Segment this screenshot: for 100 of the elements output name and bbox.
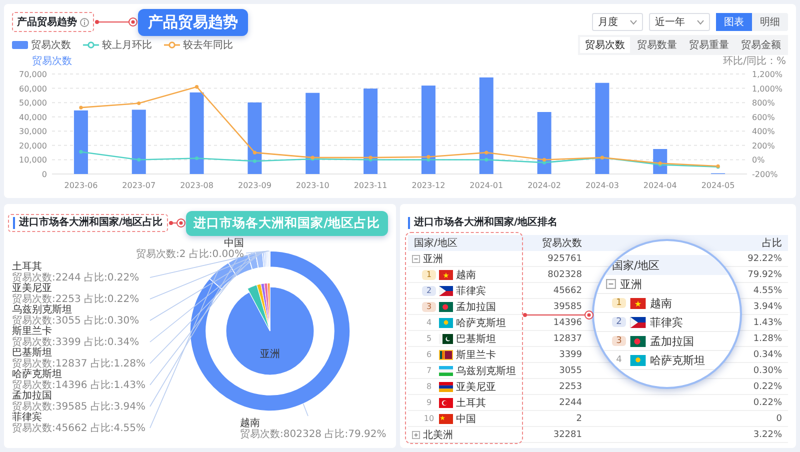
table-cell: 79.92%: [748, 270, 782, 280]
continent-name: 亚洲: [423, 252, 443, 266]
rank-badge: 3: [422, 302, 436, 312]
axis-label: 800%: [752, 98, 775, 108]
rank-badge: 2: [612, 317, 626, 327]
point: [252, 159, 257, 163]
table-cell: 925761: [548, 254, 582, 264]
legend-item[interactable]: 较上月环比: [83, 38, 152, 52]
leader-line: [168, 218, 186, 228]
bar: [248, 102, 262, 174]
legend-item[interactable]: 贸易次数: [12, 38, 71, 52]
point: [79, 150, 83, 154]
axis-label: 1,000%: [752, 84, 783, 94]
metric-tab[interactable]: 贸易金额: [736, 37, 786, 53]
flag-icon: [439, 414, 453, 424]
rank-badge: 1: [422, 270, 436, 280]
axis-label: 60,000: [19, 84, 47, 94]
flag-icon: [439, 302, 453, 312]
axis-label: 2024-05: [701, 181, 735, 190]
point: [194, 85, 199, 89]
country-name: 越南: [650, 296, 672, 310]
country-name: 中国: [456, 412, 476, 426]
point: [426, 155, 430, 159]
flag-icon: [439, 334, 453, 344]
rank-number: 4: [425, 318, 433, 327]
table-cell: 0.30%: [753, 366, 782, 376]
table-cell: 2244: [559, 398, 582, 408]
table-cell: 3.94%: [753, 302, 782, 312]
collapse-icon[interactable]: [412, 254, 420, 262]
rank-number: 10: [422, 414, 436, 423]
rank-badge: 2: [422, 286, 436, 296]
dropdown[interactable]: 月度: [592, 13, 643, 31]
slice-value: 贸易次数:45662 占比:4.55%: [12, 423, 146, 434]
metric-tab[interactable]: 贸易数量: [632, 37, 682, 53]
axis-title: 环比/同比：%: [723, 56, 786, 67]
axis-label: 2024-02: [528, 181, 561, 190]
country-name: 斯里兰卡: [456, 348, 496, 362]
slice-value: 贸易次数:14396 占比:1.43%: [12, 380, 146, 391]
slice-value: 贸易次数:12837 占比:1.28%: [12, 358, 146, 370]
axis-label: -200%: [752, 170, 778, 179]
toggle-button[interactable]: 明细: [752, 13, 788, 31]
axis-label: 2024-03: [586, 181, 619, 190]
metric-tab[interactable]: 贸易次数: [580, 37, 630, 53]
info-icon[interactable]: [80, 18, 89, 26]
metric-tab[interactable]: 贸易重量: [684, 37, 734, 53]
callout-label: 产品贸易趋势: [138, 8, 248, 36]
dropdown[interactable]: 近一年: [649, 13, 710, 31]
table-cell: 1.28%: [753, 334, 782, 344]
rank-number: 9: [425, 398, 433, 407]
column-header[interactable]: 占比: [762, 238, 782, 249]
point: [194, 156, 199, 160]
flag-icon: [439, 382, 453, 392]
rank-number: 7: [425, 366, 433, 375]
axis-label: 70,000: [19, 70, 47, 79]
rank-number: 6: [425, 350, 433, 359]
axis-label: 2023-08: [180, 181, 214, 190]
toggle-button[interactable]: 图表: [716, 13, 752, 31]
country-name: 哈萨克斯坦: [650, 352, 705, 368]
axis-label: 2023-07: [122, 181, 156, 190]
slice-label: 乌兹别克斯坦: [12, 304, 72, 316]
country-name: 亚美尼亚: [456, 380, 496, 394]
column-header[interactable]: 国家/地区: [414, 238, 458, 249]
country-name: 孟加拉国: [650, 334, 694, 348]
point: [484, 150, 488, 154]
point: [252, 150, 257, 154]
axis-label: 400%: [752, 127, 775, 136]
collapse-icon[interactable]: [606, 279, 616, 289]
axis-label: 0: [42, 170, 47, 179]
slice-value: 贸易次数:3055 占比:0.30%: [12, 316, 140, 326]
slice-label: 巴基斯坦: [12, 348, 52, 358]
bar-swatch-icon: [12, 41, 28, 49]
chevron-down-icon: [630, 20, 637, 24]
slice-label: 菲律宾: [12, 412, 42, 423]
flag-icon: [439, 398, 453, 408]
table-cell: 0: [776, 414, 782, 424]
slice-value: 贸易次数:2 占比:0.00%: [136, 249, 244, 260]
axis-label: 2023-06: [64, 181, 98, 190]
expand-icon[interactable]: [412, 430, 420, 438]
country-name: 土耳其: [456, 396, 486, 410]
table-cell: 92.22%: [748, 254, 782, 264]
flag-icon: [439, 286, 453, 296]
flag-icon: [439, 318, 453, 328]
axis-label: 2023-10: [296, 181, 330, 190]
bar: [74, 110, 88, 174]
leader-line: [302, 403, 308, 416]
table-cell: 2253: [559, 382, 582, 392]
slice-value: 贸易次数:39585 占比:3.94%: [12, 402, 146, 412]
table-cell: 0.22%: [753, 382, 782, 392]
country-name: 孟加拉国: [456, 300, 496, 314]
rank-number: 4: [615, 355, 623, 365]
column-header[interactable]: 贸易次数: [542, 238, 582, 249]
axis-label: 2024-04: [643, 181, 677, 190]
legend-item[interactable]: 较去年同比: [164, 38, 233, 52]
axis-label: 2023-12: [412, 181, 446, 190]
slice-label: 中国: [224, 238, 244, 249]
country-name: 巴基斯坦: [456, 332, 496, 346]
flag-icon: [439, 270, 453, 280]
table-cell: 2: [576, 414, 582, 424]
table-cell: 802328: [548, 270, 582, 280]
axis-label: 2023-09: [238, 181, 272, 190]
